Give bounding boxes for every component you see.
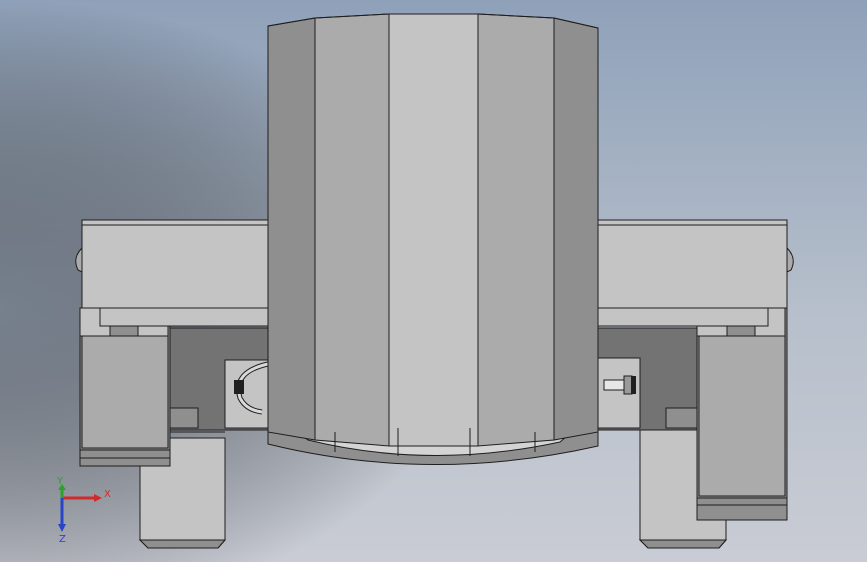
model-canvas[interactable]: X Y Z — [0, 0, 867, 562]
right-vertical-post — [696, 307, 788, 521]
z-axis-label: Z — [59, 534, 66, 545]
central-octagonal-cylinder — [267, 13, 599, 465]
x-axis-label: X — [104, 489, 111, 500]
cad-viewport[interactable]: X Y Z — [0, 0, 867, 562]
left-side-recess — [167, 327, 274, 431]
y-axis-label: Y — [56, 476, 64, 487]
right-side-recess — [595, 327, 701, 431]
left-vertical-post — [79, 307, 171, 467]
